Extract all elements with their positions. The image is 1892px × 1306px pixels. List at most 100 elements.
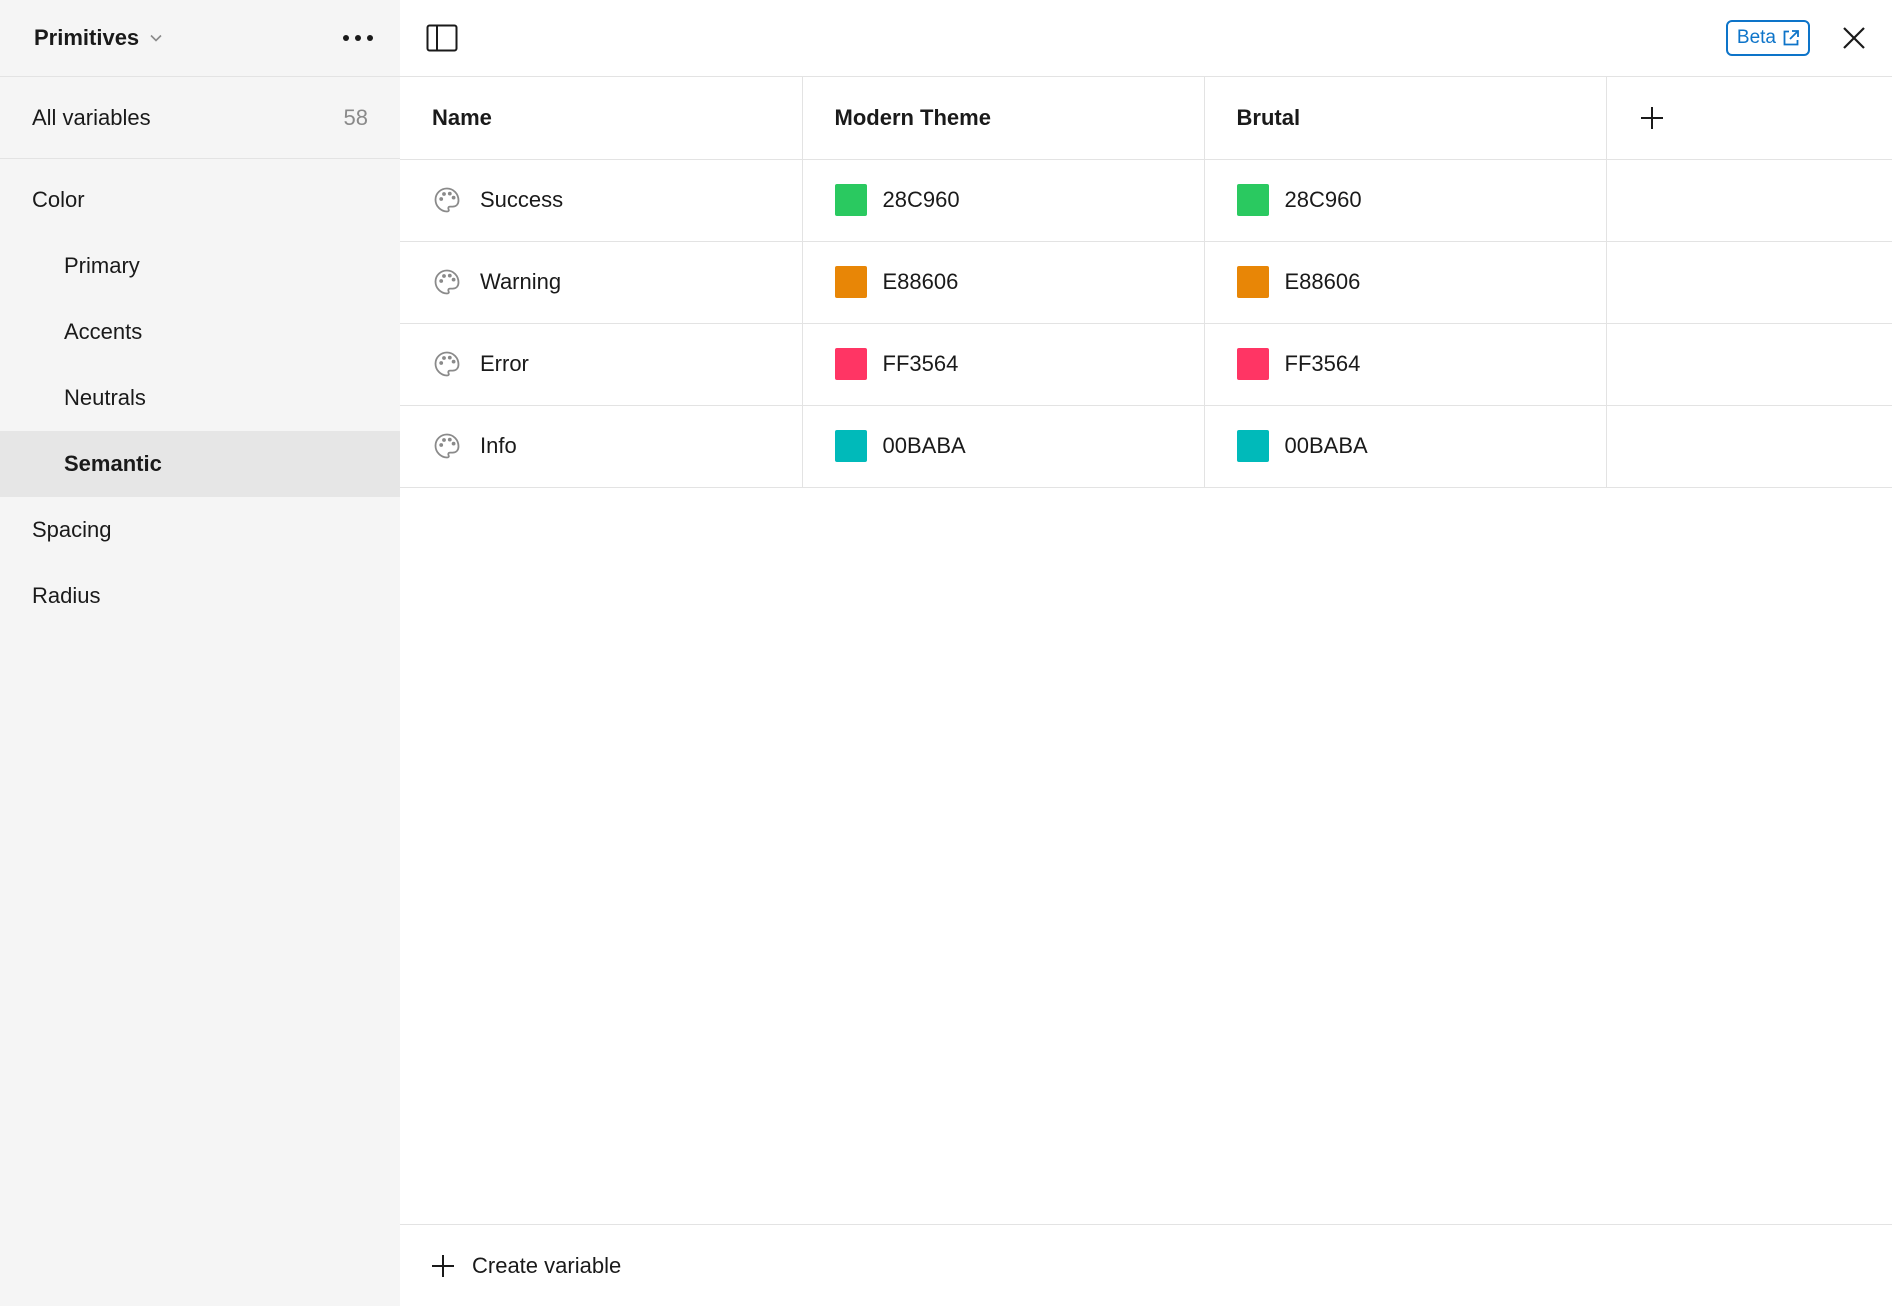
color-value[interactable]: 28C960 (834, 184, 1172, 216)
color-hex-label: 00BABA (1284, 433, 1368, 458)
sidebar-item-accents[interactable]: Accents (0, 299, 400, 365)
sidebar-item-label: Radius (32, 583, 101, 608)
beta-label: Beta (1736, 27, 1776, 48)
variable-name-label: Warning (480, 269, 562, 294)
sidebar-item-label: Accents (64, 319, 143, 344)
sidebar-item-radius[interactable]: Radius (0, 563, 400, 629)
color-swatch[interactable] (834, 430, 867, 462)
create-variable-button[interactable]: Create variable (400, 1224, 1892, 1306)
column-header-name: Name (400, 77, 803, 160)
variable-value-cell[interactable]: 28C960 (802, 159, 1205, 242)
variable-name-cell[interactable]: Warning (400, 241, 803, 324)
create-variable-label: Create variable (472, 1252, 622, 1278)
sidebar-item-label: Semantic (64, 451, 162, 476)
variable-name-cell[interactable]: Info (400, 405, 803, 488)
color-swatch[interactable] (1236, 266, 1269, 298)
color-value[interactable]: 00BABA (834, 430, 1172, 462)
color-value[interactable]: E88606 (1236, 266, 1574, 298)
add-mode-button[interactable] (1635, 101, 1669, 135)
table-row[interactable]: Warning E88606 E88606 (400, 241, 1892, 324)
color-swatch[interactable] (834, 184, 867, 216)
color-hex-label: E88606 (882, 269, 959, 294)
variable-name-label: Success (480, 187, 564, 212)
sidebar-item-primary[interactable]: Primary (0, 233, 400, 299)
table-row[interactable]: Success 28C960 28C960 (400, 159, 1892, 242)
variables-app: Primitives All variables 58 Color Primar… (0, 0, 1892, 1306)
variable-name-cell[interactable]: Success (400, 159, 803, 242)
collection-switcher[interactable]: Primitives (34, 25, 163, 51)
collection-title: Primitives (34, 25, 140, 50)
empty-mode-cell (1606, 323, 1892, 406)
sidebar-item-spacing[interactable]: Spacing (0, 497, 400, 563)
variables-table: Name Modern Theme Brutal Success 28C960 28… (400, 77, 1892, 488)
variable-value-cell[interactable]: E88606 (802, 241, 1205, 324)
toggle-sidebar-button[interactable] (422, 18, 462, 58)
color-value[interactable]: E88606 (834, 266, 1172, 298)
panel-toggle-icon (426, 24, 458, 52)
sidebar-header: Primitives (0, 0, 400, 77)
color-value[interactable]: FF3564 (1236, 348, 1574, 380)
variable-value-cell[interactable]: E88606 (1204, 241, 1607, 324)
main-panel: Beta Name Modern Theme Brutal Success 28… (400, 0, 1892, 1306)
plus-icon (1640, 106, 1663, 129)
table-row[interactable]: Error FF3564 FF3564 (400, 323, 1892, 406)
variable-name-cell[interactable]: Error (400, 323, 803, 406)
beta-link-button[interactable]: Beta (1725, 20, 1810, 56)
palette-icon (432, 349, 462, 379)
variable-name-label: Info (480, 433, 517, 458)
variable-name: Error (432, 349, 770, 379)
color-swatch[interactable] (834, 348, 867, 380)
empty-mode-cell (1606, 405, 1892, 488)
variable-value-cell[interactable]: 28C960 (1204, 159, 1607, 242)
sidebar-item-label: Spacing (32, 517, 112, 542)
chevron-down-icon (149, 31, 163, 45)
color-hex-label: 28C960 (882, 187, 960, 212)
palette-icon (432, 185, 462, 215)
column-header-modern-theme[interactable]: Modern Theme (802, 77, 1205, 160)
topbar: Beta (400, 0, 1892, 77)
column-header-brutal[interactable]: Brutal (1204, 77, 1607, 160)
table-row[interactable]: Info 00BABA 00BABA (400, 405, 1892, 488)
color-value[interactable]: FF3564 (834, 348, 1172, 380)
color-hex-label: E88606 (1284, 269, 1361, 294)
close-icon (1843, 27, 1865, 49)
color-swatch[interactable] (1236, 184, 1269, 216)
all-variables-count: 58 (343, 104, 368, 130)
all-variables-label: All variables (32, 104, 151, 130)
empty-mode-cell (1606, 241, 1892, 324)
variable-value-cell[interactable]: 00BABA (1204, 405, 1607, 488)
color-value[interactable]: 28C960 (1236, 184, 1574, 216)
external-link-icon (1783, 30, 1799, 46)
ellipsis-icon (343, 35, 373, 41)
variable-value-cell[interactable]: FF3564 (1204, 323, 1607, 406)
color-value[interactable]: 00BABA (1236, 430, 1574, 462)
palette-icon (432, 267, 462, 297)
sidebar-item-neutrals[interactable]: Neutrals (0, 365, 400, 431)
topbar-actions: Beta (1725, 20, 1872, 56)
plus-icon (432, 1254, 454, 1277)
color-swatch[interactable] (1236, 348, 1269, 380)
color-swatch[interactable] (1236, 430, 1269, 462)
close-button[interactable] (1836, 20, 1872, 56)
table-header-row: Name Modern Theme Brutal (400, 77, 1892, 160)
group-list: Color Primary Accents Neutrals Semantic … (0, 159, 400, 629)
variable-value-cell[interactable]: 00BABA (802, 405, 1205, 488)
variable-name: Success (432, 185, 770, 215)
color-hex-label: 00BABA (882, 433, 966, 458)
color-hex-label: FF3564 (1284, 351, 1361, 376)
empty-mode-cell (1606, 159, 1892, 242)
sidebar-item-label: Neutrals (64, 385, 146, 410)
sidebar-item-semantic[interactable]: Semantic (0, 431, 400, 497)
sidebar-item-color[interactable]: Color (0, 167, 400, 233)
table-body: Success 28C960 28C960 Warning E88606 E88606 Er… (400, 159, 1892, 488)
color-swatch[interactable] (834, 266, 867, 298)
variable-name: Warning (432, 267, 770, 297)
color-hex-label: 28C960 (1284, 187, 1362, 212)
palette-icon (432, 431, 462, 461)
more-options-button[interactable] (338, 18, 378, 58)
all-variables-item[interactable]: All variables 58 (0, 77, 400, 159)
variable-value-cell[interactable]: FF3564 (802, 323, 1205, 406)
sidebar-item-label: Primary (64, 253, 140, 278)
variable-name-label: Error (480, 351, 529, 376)
sidebar-item-label: Color (32, 187, 85, 212)
